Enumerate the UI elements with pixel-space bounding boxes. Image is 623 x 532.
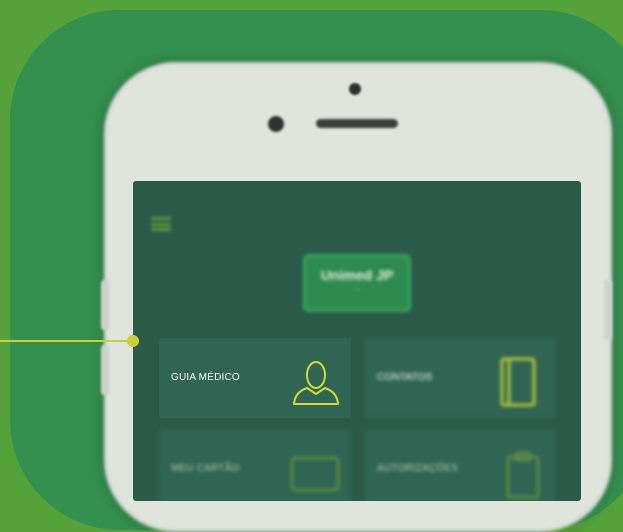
callout-line xyxy=(0,340,131,342)
card-autorizacoes-label: AUTORIZAÇÕES xyxy=(377,463,459,474)
clipboard-icon xyxy=(506,451,540,499)
phone-power-button xyxy=(604,280,612,340)
card-guia-medico-label: GUIA MÉDICO xyxy=(171,372,240,383)
card-icon xyxy=(290,456,340,492)
phone-speaker xyxy=(316,119,398,128)
phonebook-icon xyxy=(500,357,536,407)
card-contatos[interactable]: CONTATOS xyxy=(365,338,555,418)
card-autorizacoes[interactable]: AUTORIZAÇÕES xyxy=(365,429,555,501)
phone-sensor-icon xyxy=(268,116,284,132)
logo-subtext: — xyxy=(354,287,360,293)
logo-text: Unimed JP xyxy=(320,267,394,283)
app-screen: Unimed JP — GUIA MÉDICO CONTATOS MEU CAR… xyxy=(133,181,581,501)
doctor-icon xyxy=(293,361,339,405)
unimed-logo: Unimed JP — xyxy=(303,254,411,312)
hamburger-menu-icon[interactable] xyxy=(151,217,171,231)
card-guia-medico[interactable]: GUIA MÉDICO xyxy=(159,338,351,418)
card-contatos-label: CONTATOS xyxy=(377,372,433,383)
card-meu-cartao-label: MEU CARTÃO xyxy=(171,463,240,474)
callout-dot xyxy=(127,335,139,347)
phone-camera-icon xyxy=(349,83,361,95)
phone-volume-down-button xyxy=(101,345,109,395)
phone-volume-up-button xyxy=(101,280,109,330)
card-meu-cartao[interactable]: MEU CARTÃO xyxy=(159,429,351,501)
